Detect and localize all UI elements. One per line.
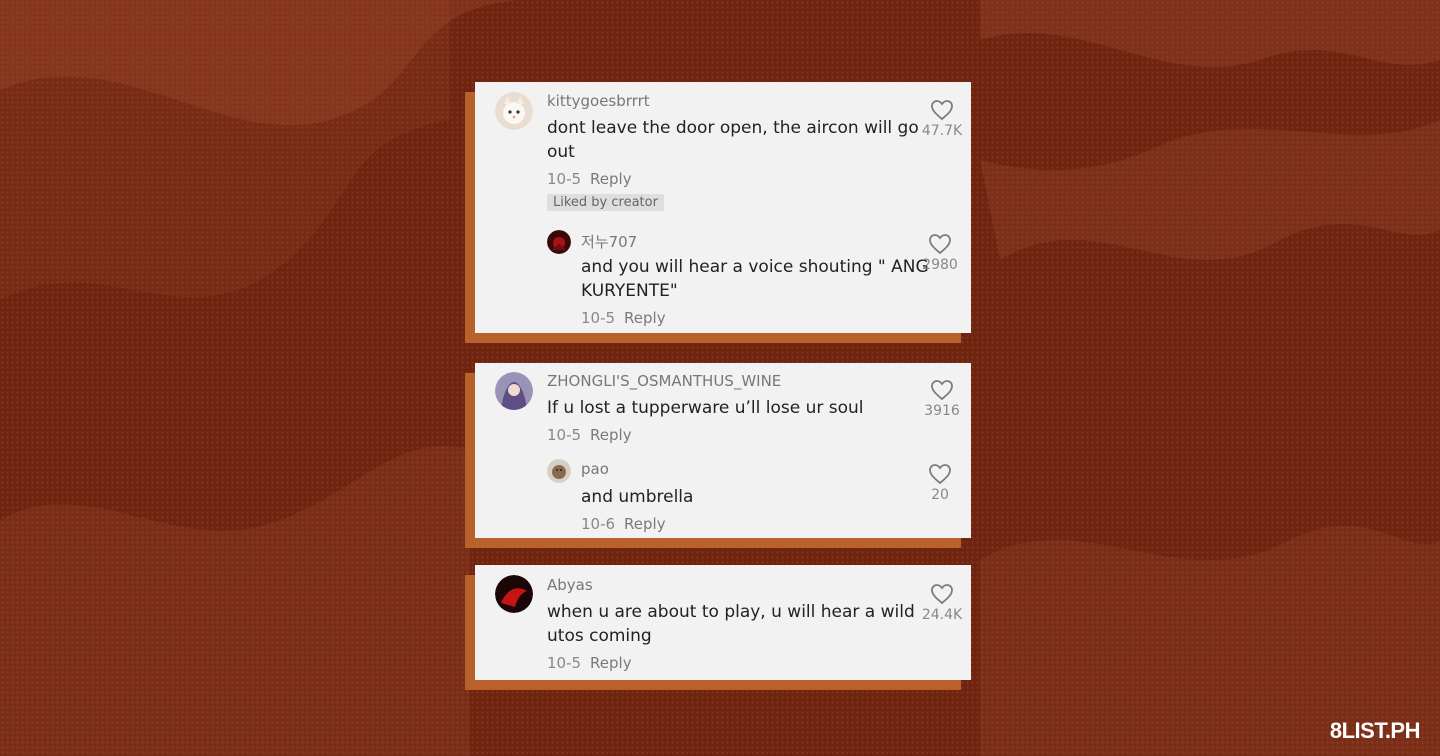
reply-like-button[interactable]: 2980	[916, 233, 964, 273]
heart-icon	[931, 100, 953, 121]
like-count: 20	[931, 487, 949, 503]
card-body: Abyas when u are about to play, u will h…	[475, 565, 971, 680]
reply-text-line-2: KURYENTE"	[581, 281, 678, 301]
reply-avatar[interactable]	[547, 459, 571, 483]
reply-meta: 10-6 Reply	[581, 515, 666, 533]
avatar[interactable]	[495, 92, 533, 130]
reply-button[interactable]: Reply	[624, 515, 666, 533]
comment-date: 10-5	[547, 170, 582, 188]
avatar[interactable]	[495, 575, 533, 613]
card-body: kittygoesbrrrt dont leave the door open,…	[475, 82, 971, 333]
reply-username[interactable]: 저누707	[581, 231, 637, 252]
reply-meta: 10-5 Reply	[581, 309, 666, 327]
reply-button[interactable]: Reply	[590, 170, 632, 188]
username[interactable]: ZHONGLI'S_OSMANTHUS_WINE	[547, 372, 781, 390]
comment-meta: 10-5 Reply	[547, 654, 632, 672]
comment-date: 10-5	[547, 426, 582, 444]
liked-by-creator-badge: Liked by creator	[547, 194, 664, 211]
username[interactable]: kittygoesbrrrt	[547, 92, 650, 110]
comment-text-line-1: dont leave the door open, the aircon wil…	[547, 118, 919, 138]
like-count: 2980	[922, 257, 958, 273]
reply-like-button[interactable]: 20	[916, 463, 964, 503]
heart-icon	[929, 234, 951, 255]
comment-text-line-1: If u lost a tupperware u’ll lose ur soul	[547, 398, 864, 418]
heart-icon	[931, 380, 953, 401]
comment-text-line-1: when u are about to play, u will hear a …	[547, 602, 915, 622]
comment-text-line-2: utos coming	[547, 626, 652, 646]
card-body: ZHONGLI'S_OSMANTHUS_WINE If u lost a tup…	[475, 363, 971, 538]
reply-text-line-1: and umbrella	[581, 487, 694, 507]
like-button[interactable]: 3916	[918, 379, 966, 419]
like-count: 24.4K	[921, 607, 963, 623]
comment-meta: 10-5 Reply	[547, 426, 632, 444]
reply-button[interactable]: Reply	[624, 309, 666, 327]
comment-card-3: Abyas when u are about to play, u will h…	[465, 565, 971, 690]
comment-text-line-2: out	[547, 142, 575, 162]
like-count: 47.7K	[921, 123, 963, 139]
reply-text-line-1: and you will hear a voice shouting " ANG	[581, 257, 929, 277]
reply-button[interactable]: Reply	[590, 426, 632, 444]
reply-avatar[interactable]	[547, 230, 571, 254]
avatar[interactable]	[495, 372, 533, 410]
comment-card-2: ZHONGLI'S_OSMANTHUS_WINE If u lost a tup…	[465, 363, 971, 548]
comment-date: 10-5	[547, 654, 582, 672]
reply-username[interactable]: pao	[581, 460, 609, 478]
reply-button[interactable]: Reply	[590, 654, 632, 672]
like-count: 3916	[924, 403, 960, 419]
watermark-logo: 8LIST.PH	[1329, 718, 1421, 743]
like-button[interactable]: 47.7K	[918, 99, 966, 139]
username[interactable]: Abyas	[547, 576, 593, 594]
comment-meta: 10-5 Reply	[547, 170, 632, 188]
like-button[interactable]: 24.4K	[918, 583, 966, 623]
reply-date: 10-6	[581, 515, 616, 533]
heart-icon	[931, 584, 953, 605]
heart-icon	[929, 464, 951, 485]
reply-date: 10-5	[581, 309, 616, 327]
comment-card-1: kittygoesbrrrt dont leave the door open,…	[465, 82, 971, 343]
